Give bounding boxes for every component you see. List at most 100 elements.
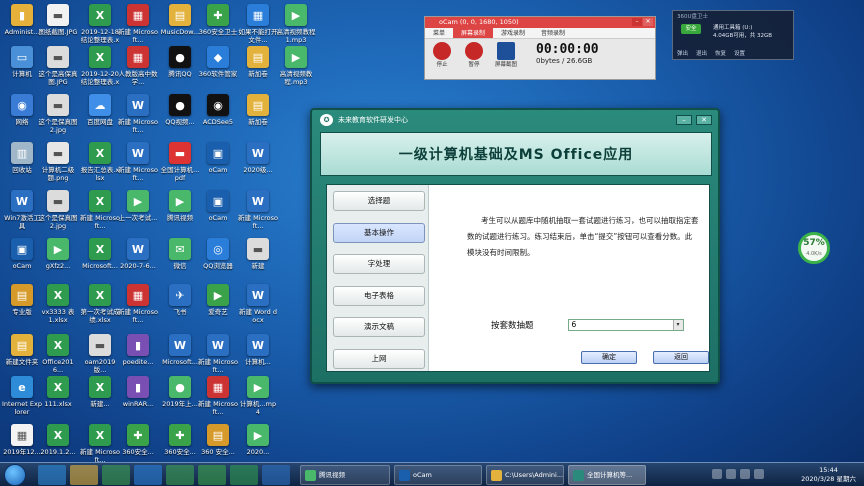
desktop-icon[interactable]: ▥ 回收站: [2, 142, 42, 182]
nav-button[interactable]: 上网: [333, 348, 425, 369]
ocam-menu-item[interactable]: 音频录制: [533, 28, 573, 38]
ocam-menu-item[interactable]: 菜单: [425, 28, 453, 38]
desktop-icon[interactable]: X 新建 Microsoft...: [80, 190, 120, 230]
desktop-icon[interactable]: X 2019-12-20 结论整理表.xlsx: [80, 46, 120, 86]
usb-guard-action[interactable]: 恢复: [715, 49, 726, 57]
desktop-icon[interactable]: W 2020级...: [238, 142, 278, 182]
set-number-select[interactable]: 6 ▾: [567, 319, 684, 331]
close-icon[interactable]: ✕: [696, 115, 712, 125]
taskbar-task[interactable]: 全国计算机等...: [568, 465, 646, 485]
desktop-icon[interactable]: ▶ 腾讯视频: [160, 190, 200, 230]
desktop-icon[interactable]: W 新建 Microsoft...: [238, 190, 278, 230]
desktop-icon[interactable]: ☁ 百度网盘: [80, 94, 120, 134]
desktop-icon[interactable]: ● 2019年上...: [160, 376, 200, 416]
desktop-icon[interactable]: X 2019.1.2...: [38, 424, 78, 464]
desktop-icon[interactable]: Xvx3333 表 1.xlsx: [38, 284, 78, 324]
desktop-icon[interactable]: ▬ 这个是保真图2.jpg: [38, 190, 78, 230]
desktop-icon[interactable]: ▣ oCam: [198, 142, 238, 182]
desktop-icon[interactable]: ▮ Administ...: [2, 4, 42, 44]
desktop-icon[interactable]: ✚ 360安全卫士: [198, 4, 238, 44]
ocam-menu-item[interactable]: 屏幕录制: [453, 28, 494, 38]
word-icon[interactable]: [262, 465, 290, 485]
ocam-tool-button[interactable]: 停止: [429, 42, 455, 68]
desktop-icon[interactable]: ✚ 360安全...: [160, 424, 200, 464]
close-icon[interactable]: ✕: [643, 18, 653, 26]
desktop-icon[interactable]: X 111.xlsx: [38, 376, 78, 416]
desktop-icon[interactable]: ◆ 360软件管家: [198, 46, 238, 86]
desktop-icon[interactable]: ▤ 新加卷: [238, 94, 278, 134]
desktop-icon[interactable]: W 新建 Word docx: [238, 284, 278, 324]
internet-explorer-icon[interactable]: [38, 465, 66, 485]
desktop-icon[interactable]: ▤ 专业版: [2, 284, 42, 324]
desktop-icon[interactable]: X 新建...: [80, 376, 120, 416]
desktop-icon[interactable]: ✈ 飞书: [160, 284, 200, 324]
desktop-icon[interactable]: X 报告汇总表.xlsx: [80, 142, 120, 182]
desktop-icon[interactable]: ▬ 新建: [238, 238, 278, 278]
desktop-icon[interactable]: ▶ 2020...: [238, 424, 278, 464]
minimize-icon[interactable]: –: [632, 18, 642, 26]
desktop-icon[interactable]: ▦ 2019年12...: [2, 424, 42, 464]
ocam-tool-button[interactable]: 暂停: [461, 42, 487, 68]
desktop-icon[interactable]: ▤ MusicDow...: [160, 4, 200, 44]
exam-app-window[interactable]: ✪ 未来教育软件研发中心 – ✕ 一级计算机基础及MS Office应用 选择题…: [310, 108, 720, 384]
desktop-icon[interactable]: ◉ ACDSee5: [198, 94, 238, 134]
taskbar-task[interactable]: C:\Users\Admini...: [486, 465, 564, 485]
security-icon[interactable]: [166, 465, 194, 485]
desktop-icon[interactable]: ▣ oCam: [2, 238, 42, 278]
taskbar-task[interactable]: 腾讯视频: [300, 465, 390, 485]
desktop-icon[interactable]: ▤ 新建文件夹: [2, 334, 42, 374]
desktop-icon[interactable]: W 新建 Microsoft...: [118, 142, 158, 182]
desktop-icon[interactable]: ▶ 上一次考试...: [118, 190, 158, 230]
nav-button[interactable]: 电子表格: [333, 285, 425, 306]
desktop-icon[interactable]: X Microsoft...: [80, 238, 120, 278]
desktop-icon[interactable]: W Microsoft...: [160, 334, 200, 374]
ocam-titlebar[interactable]: oCam (0, 0, 1680, 1050) – ✕: [425, 17, 655, 28]
desktop-icon[interactable]: ▦ 人教版高中数学...: [118, 46, 158, 86]
desktop-icon[interactable]: W 2020-7-6...: [118, 238, 158, 278]
desktop-icon[interactable]: ✉ 微信: [160, 238, 200, 278]
system-clock[interactable]: 15:44 2020/3/28 星期六: [801, 466, 856, 484]
tray-security-icon[interactable]: [754, 469, 764, 479]
desktop-icon[interactable]: ▬ 计算机二级题.png: [38, 142, 78, 182]
desktop-icon[interactable]: ▶ 计算机...mp4: [238, 376, 278, 416]
desktop-icon[interactable]: ▶ gXfz2...: [38, 238, 78, 278]
usb-guard-action[interactable]: 设置: [734, 49, 745, 57]
desktop-icon[interactable]: ▶ 高清视频教程.mp3: [276, 46, 316, 86]
desktop-icon[interactable]: W Win7激活工具: [2, 190, 42, 230]
desktop-icon[interactable]: ✚ 360安全...: [118, 424, 158, 464]
desktop-icon[interactable]: X 2019-12-18 结论整理表.xlsx: [80, 4, 120, 44]
desktop-icon[interactable]: ▬ 全国计算机...pdf: [160, 142, 200, 182]
back-button[interactable]: 返回: [653, 351, 709, 364]
desktop-icon[interactable]: ▦ 新建 Microsoft...: [118, 284, 158, 324]
desktop-icon[interactable]: X Office2016...: [38, 334, 78, 374]
desktop-icon[interactable]: W 计算机...: [238, 334, 278, 374]
desktop-icon[interactable]: e Internet Explorer: [2, 376, 42, 416]
usb-guard-widget[interactable]: 360U盘卫士 安全 通用工具箱 (U:) 4.04GB可用，共 32GB 弹出…: [672, 10, 794, 60]
start-button[interactable]: [4, 464, 26, 486]
desktop-icon[interactable]: ▤ 360 安全...: [198, 424, 238, 464]
usb-guard-action[interactable]: 弹出: [677, 49, 688, 57]
desktop-icon[interactable]: ▮ poedite...: [118, 334, 158, 374]
exam-titlebar[interactable]: ✪ 未来教育软件研发中心 – ✕: [312, 110, 718, 130]
desktop-icon[interactable]: W 新建 Microsoft...: [198, 334, 238, 374]
media-player-icon[interactable]: [102, 465, 130, 485]
desktop-icon[interactable]: ▬ oam2019版...: [80, 334, 120, 374]
usb-guard-action[interactable]: 退出: [696, 49, 707, 57]
tray-network-icon[interactable]: [712, 469, 722, 479]
tray-volume-icon[interactable]: [726, 469, 736, 479]
chevron-down-icon[interactable]: ▾: [672, 320, 683, 330]
desktop-icon[interactable]: ▬ 图纸截图.JPG: [38, 4, 78, 44]
desktop-icon[interactable]: ▦ 新建 Microsoft...: [198, 376, 238, 416]
nav-button[interactable]: 基本操作: [333, 222, 425, 243]
desktop-icon[interactable]: ▬ 这个是高保真图.JPG: [38, 46, 78, 86]
desktop-icon[interactable]: ▶ 爱奇艺: [198, 284, 238, 324]
desktop-icon[interactable]: ● QQ视频...: [160, 94, 200, 134]
desktop-icon[interactable]: W 新建 Microsoft...: [118, 94, 158, 134]
nav-button[interactable]: 字处理: [333, 254, 425, 274]
desktop-icon[interactable]: ▮ winRAR...: [118, 376, 158, 416]
nav-button[interactable]: 演示文稿: [333, 317, 425, 337]
desktop-icon[interactable]: X 第一次考试成绩.xlsx: [80, 284, 120, 324]
desktop-icon[interactable]: ◉ 网络: [2, 94, 42, 134]
excel-icon[interactable]: [230, 465, 258, 485]
ocam-menu-item[interactable]: 游戏录制: [493, 28, 533, 38]
